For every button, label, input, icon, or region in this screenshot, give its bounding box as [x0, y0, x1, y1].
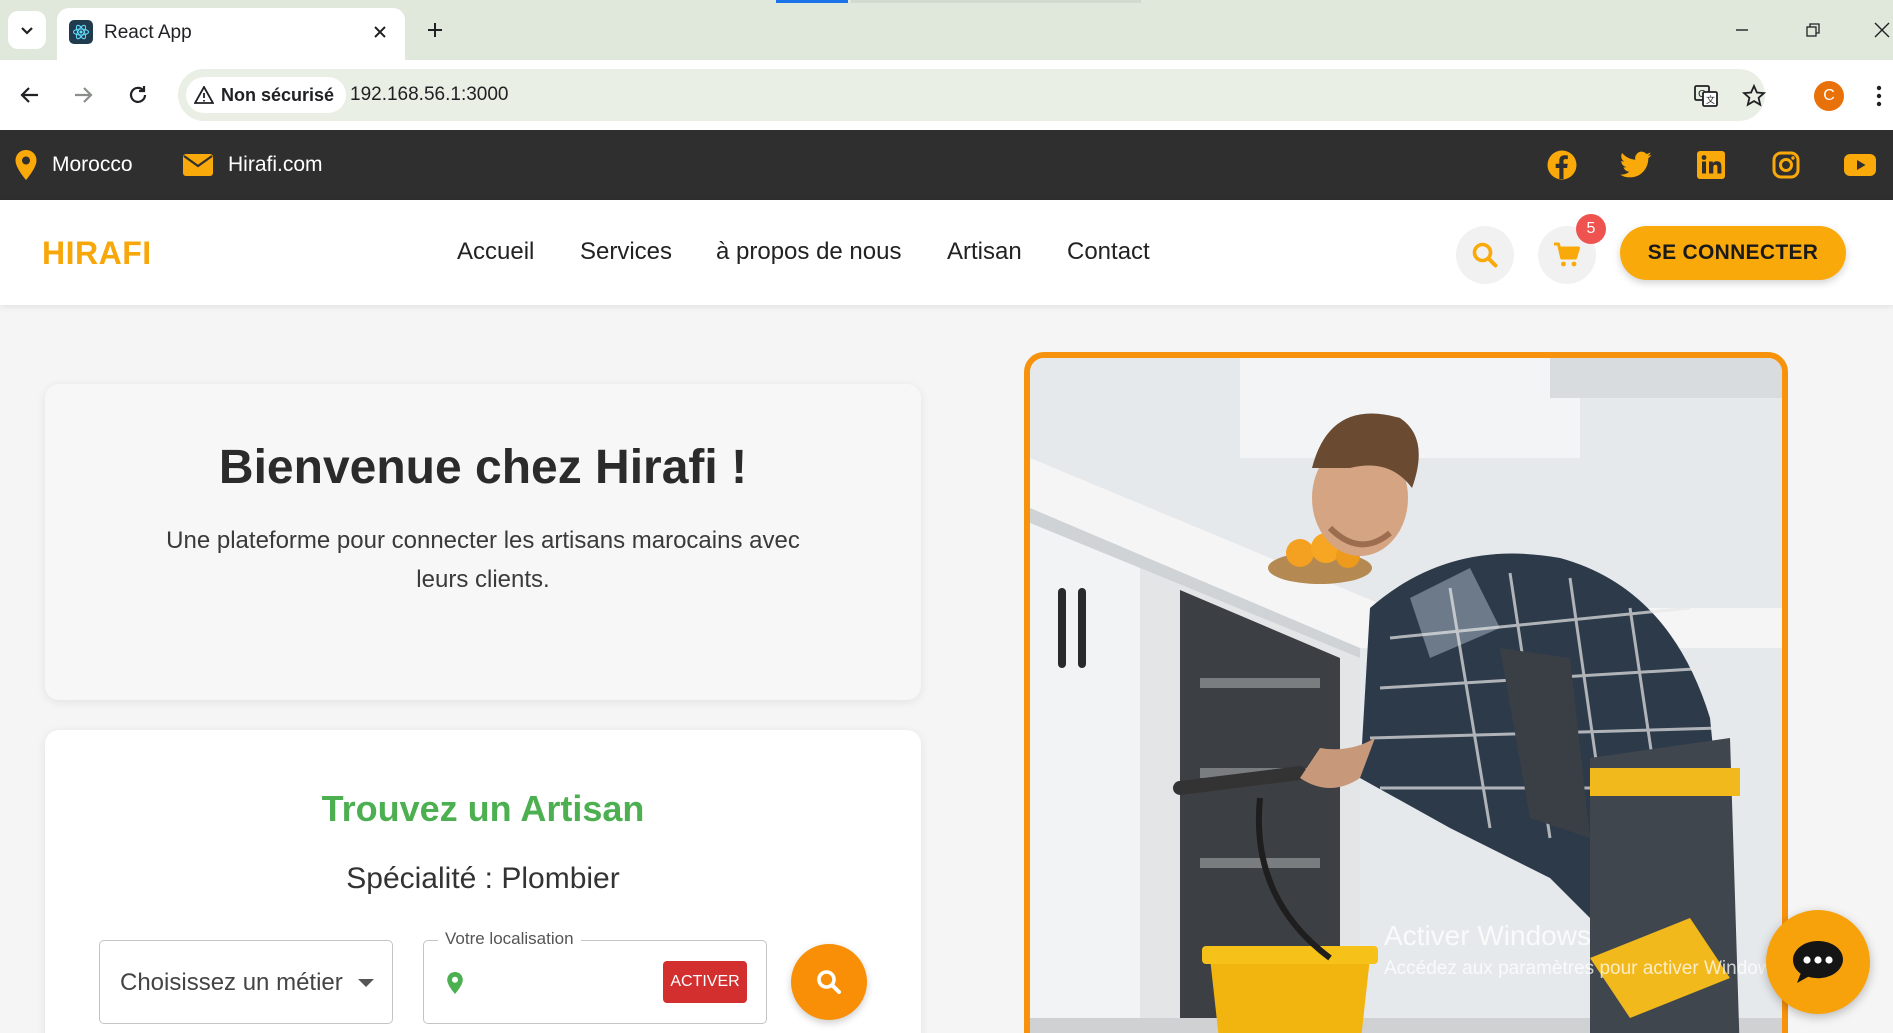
tab-title: React App	[104, 22, 192, 43]
search-icon	[1472, 242, 1498, 268]
restore-button[interactable]	[1793, 12, 1833, 48]
linkedin-icon	[1697, 151, 1725, 179]
welcome-title: Bienvenue chez Hirafi !	[218, 441, 748, 494]
youtube-link[interactable]	[1844, 149, 1876, 181]
caret-down-icon	[358, 979, 374, 987]
nav-services[interactable]: Services	[580, 238, 672, 266]
header-search-button[interactable]	[1456, 226, 1514, 284]
search-icon	[817, 970, 841, 994]
more-vert-icon	[1876, 85, 1882, 107]
chat-bubble-icon	[1793, 941, 1843, 983]
bookmark-button[interactable]	[1740, 82, 1768, 110]
reload-button[interactable]	[120, 77, 156, 113]
translate-icon: G文	[1694, 85, 1718, 107]
chevron-down-icon	[21, 27, 33, 35]
welcome-subtitle: Une plateforme pour connecter les artisa…	[166, 527, 800, 593]
nav-contact[interactable]: Contact	[1067, 238, 1150, 266]
browser-menu-button[interactable]	[1869, 80, 1889, 112]
close-window-button[interactable]	[1862, 12, 1893, 48]
star-icon	[1742, 84, 1766, 107]
restore-icon	[1806, 23, 1820, 37]
map-pin-icon	[15, 150, 37, 180]
trade-select-value: Choisissez un métier	[120, 969, 343, 996]
browser-toolbar: Non sécurisé 192.168.56.1:3000 G文 C	[0, 60, 1893, 130]
arrow-left-icon	[20, 87, 38, 103]
browser-tabstrip: React App	[0, 0, 1893, 60]
tab-search-button[interactable]	[8, 11, 46, 49]
email-info: Hirafi.com	[182, 130, 323, 200]
windows-activation-watermark: Activer Windows Accédez aux paramètres p…	[1384, 920, 1786, 980]
location-info: Morocco	[14, 130, 133, 200]
welcome-card: Bienvenue chez Hirafi ! Une plateforme p…	[45, 384, 921, 700]
close-icon	[374, 26, 386, 38]
chat-button[interactable]	[1766, 910, 1870, 1014]
watermark-subtitle: Accédez aux paramètres pour activer Wind…	[1384, 958, 1787, 979]
cart-count-badge: 5	[1576, 214, 1606, 244]
find-artisan-card: Trouvez un Artisan Spécialité : Plombier…	[45, 730, 921, 1033]
back-button[interactable]	[12, 77, 48, 113]
instagram-icon	[1772, 151, 1800, 179]
tab-divider	[851, 0, 1141, 3]
linkedin-link[interactable]	[1695, 149, 1727, 181]
facebook-link[interactable]	[1546, 149, 1578, 181]
find-artisan-search-button[interactable]	[791, 944, 867, 1020]
translate-button[interactable]: G文	[1692, 82, 1720, 110]
location-label: Votre localisation	[438, 929, 581, 949]
close-icon	[1874, 22, 1890, 38]
plus-icon	[428, 23, 442, 37]
login-button[interactable]: SE CONNECTER	[1620, 226, 1846, 280]
shopping-cart-icon	[1554, 242, 1580, 267]
url-text[interactable]: 192.168.56.1:3000	[350, 84, 509, 106]
minimize-button[interactable]	[1722, 12, 1762, 48]
activate-location-button[interactable]: ACTIVER	[663, 961, 747, 1003]
warning-icon	[194, 86, 214, 104]
watermark-title: Activer Windows	[1384, 920, 1591, 951]
location-text: Morocco	[52, 153, 133, 176]
arrow-right-icon	[75, 87, 93, 103]
top-info-bar: Morocco Hirafi.com	[0, 130, 1893, 200]
new-tab-button[interactable]	[418, 13, 452, 47]
tab-close-button[interactable]	[367, 19, 393, 45]
specialty-text: Spécialité : Plombier	[346, 862, 620, 895]
forward-button[interactable]	[65, 77, 101, 113]
nav-accueil[interactable]: Accueil	[457, 238, 534, 266]
browser-tab[interactable]: React App	[57, 8, 405, 60]
trade-select[interactable]: Choisissez un métier	[99, 940, 393, 1024]
site-header: HIRAFI Accueil Services à propos de nous…	[0, 200, 1893, 305]
twitter-link[interactable]	[1620, 149, 1652, 181]
site-logo[interactable]: HIRAFI	[42, 235, 152, 272]
facebook-icon	[1547, 150, 1577, 180]
youtube-icon	[1844, 154, 1876, 176]
instagram-link[interactable]	[1770, 149, 1802, 181]
address-bar[interactable]: Non sécurisé 192.168.56.1:3000 G文	[178, 69, 1768, 121]
minimize-icon	[1736, 29, 1748, 31]
location-field[interactable]: Votre localisation ACTIVER	[423, 929, 767, 1024]
twitter-icon	[1620, 151, 1652, 178]
nav-a-propos[interactable]: à propos de nous	[716, 238, 901, 266]
email-text: Hirafi.com	[228, 153, 323, 176]
find-artisan-title: Trouvez un Artisan	[321, 788, 645, 829]
map-pin-icon	[447, 972, 463, 994]
react-icon	[69, 20, 93, 44]
tab-loading-indicator	[776, 0, 848, 3]
profile-avatar[interactable]: C	[1814, 81, 1844, 111]
security-chip[interactable]: Non sécurisé	[186, 77, 347, 113]
svg-text:文: 文	[1706, 94, 1715, 106]
security-label: Non sécurisé	[221, 84, 335, 105]
envelope-icon	[183, 154, 213, 176]
nav-artisan[interactable]: Artisan	[947, 238, 1022, 266]
reload-icon	[129, 86, 147, 103]
